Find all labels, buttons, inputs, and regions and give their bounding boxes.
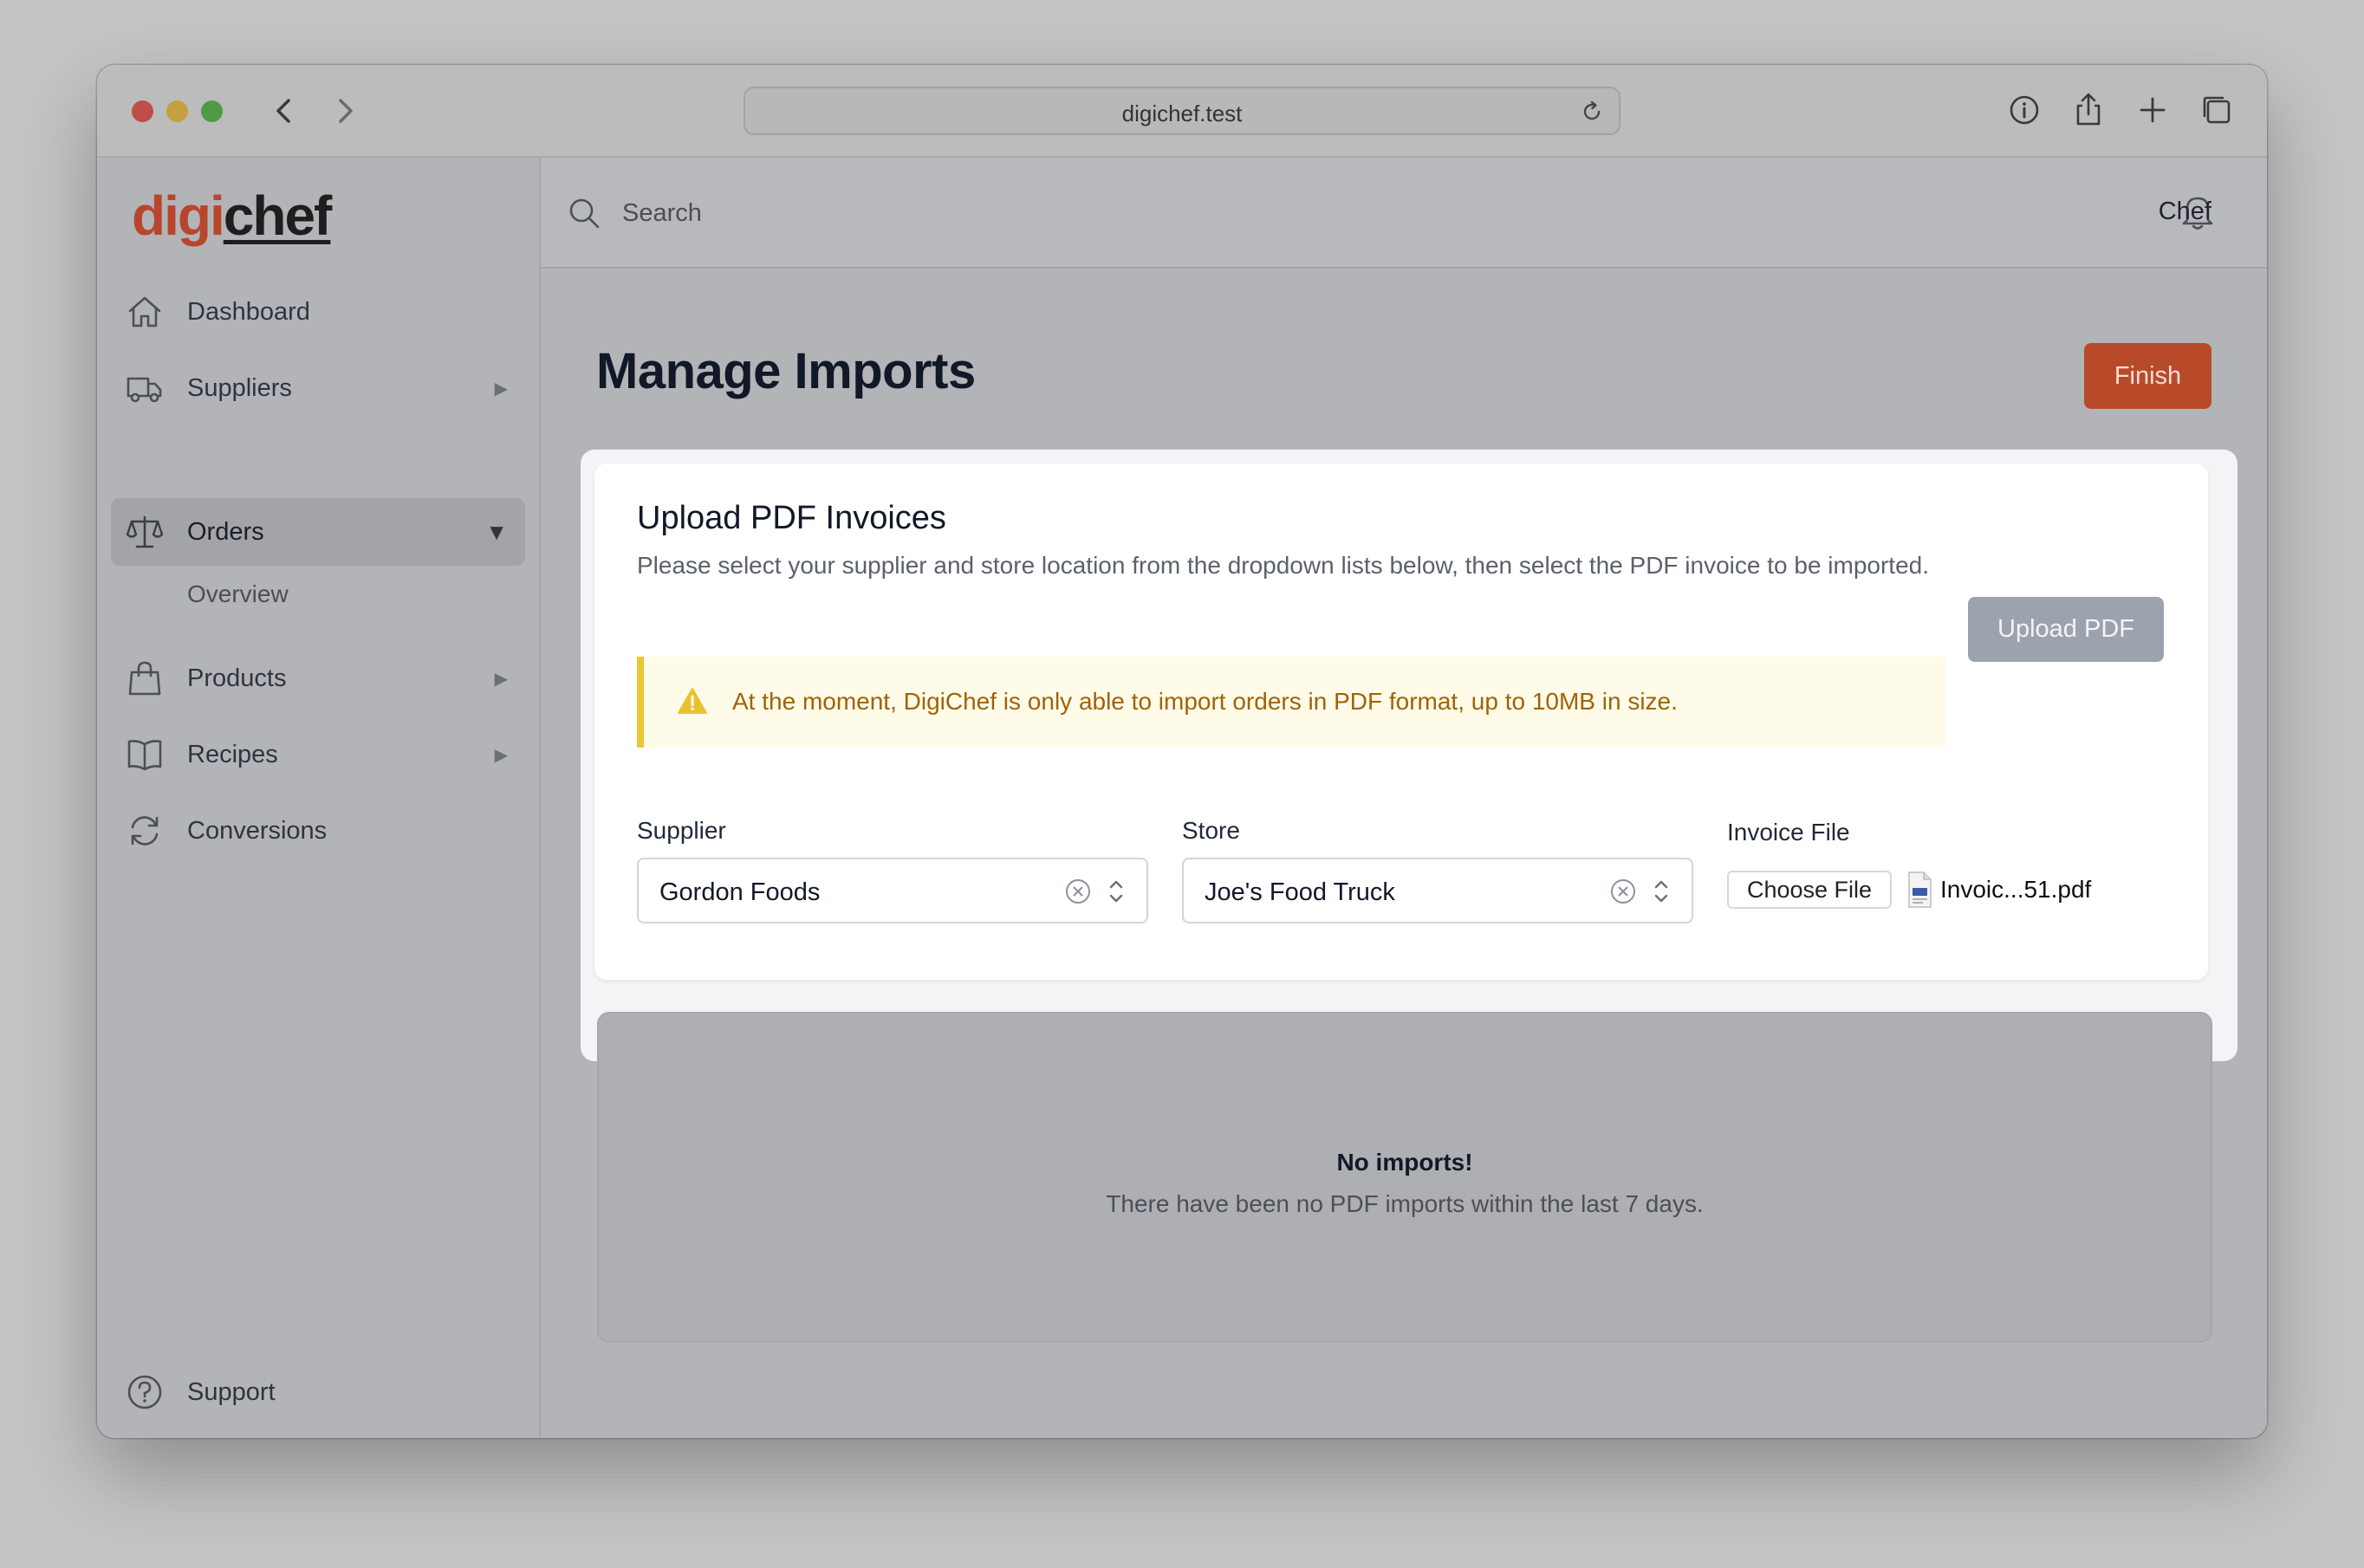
caret-right-icon: ▶ — [494, 379, 508, 398]
caret-down-icon: ▼ — [485, 518, 508, 545]
imports-empty-state: No imports! There have been no PDF impor… — [597, 1012, 2212, 1343]
minimize-window-button[interactable] — [166, 100, 188, 122]
scales-icon — [126, 515, 164, 548]
refresh-icon — [131, 816, 159, 846]
help-icon — [127, 1375, 162, 1409]
digichef-logo[interactable]: digichef — [132, 184, 332, 248]
invoice-file-label: Invoice File — [1727, 819, 1850, 846]
chevron-up-down-icon — [1109, 880, 1123, 903]
truck-icon — [127, 377, 162, 403]
user-menu[interactable]: Chef — [2159, 198, 2211, 226]
size-warning-alert: At the moment, DigiChef is only able to … — [637, 657, 1945, 748]
new-tab-icon[interactable] — [2133, 91, 2172, 129]
sidebar-item-label: Orders — [187, 517, 264, 546]
upload-panel: Upload PDF Invoices Please select your s… — [581, 450, 2237, 1061]
browser-window: digichef.test digichef Dashboard Supplie… — [97, 65, 2267, 1438]
sidebar-subitem-overview[interactable]: Overview — [187, 580, 289, 608]
supplier-value: Gordon Foods — [659, 878, 821, 906]
sidebar: digichef Dashboard Suppliers ▶ Orders ▼ — [97, 158, 541, 1438]
book-icon — [127, 740, 162, 771]
chevron-up-down-icon — [1654, 880, 1668, 903]
upload-title: Upload PDF Invoices — [637, 500, 946, 536]
sidebar-item-dashboard[interactable]: Dashboard — [111, 278, 525, 346]
close-window-button[interactable] — [132, 100, 153, 122]
pdf-file-icon — [1908, 871, 1932, 908]
search-input[interactable] — [622, 192, 1835, 234]
empty-state-title: No imports! — [1336, 1149, 1473, 1176]
caret-right-icon: ▶ — [494, 669, 508, 689]
tabs-overview-icon[interactable] — [2198, 91, 2236, 129]
info-icon[interactable] — [2005, 91, 2043, 129]
supplier-label: Supplier — [637, 817, 726, 844]
back-arrow-icon[interactable] — [267, 94, 302, 128]
url-text: digichef.test — [1121, 100, 1243, 126]
search-icon — [569, 198, 600, 229]
home-icon — [128, 296, 161, 327]
sidebar-item-suppliers[interactable]: Suppliers ▶ — [111, 354, 525, 422]
upload-pdf-button[interactable]: Upload PDF — [1968, 597, 2164, 662]
sidebar-item-label: Suppliers — [187, 373, 292, 402]
upload-card: Upload PDF Invoices Please select your s… — [594, 463, 2208, 980]
finish-button[interactable]: Finish — [2084, 343, 2211, 409]
sidebar-item-label: Products — [187, 664, 287, 692]
page-title: Manage Imports — [596, 343, 976, 399]
shopping-bag-icon — [128, 661, 161, 696]
sidebar-item-support[interactable]: Support — [111, 1362, 525, 1422]
share-icon[interactable] — [2069, 91, 2107, 129]
supplier-select[interactable]: Gordon Foods — [637, 858, 1148, 923]
app-topbar: Chef — [541, 158, 2267, 269]
sidebar-item-conversions[interactable]: Conversions — [111, 797, 525, 865]
sidebar-item-label: Dashboard — [187, 297, 310, 326]
warning-icon — [678, 688, 707, 714]
warning-text: At the moment, DigiChef is only able to … — [732, 688, 1678, 715]
sidebar-item-products[interactable]: Products ▶ — [111, 645, 525, 712]
upload-description: Please select your supplier and store lo… — [637, 552, 1930, 579]
forward-arrow-icon[interactable] — [328, 94, 362, 128]
clear-selection-icon[interactable] — [1608, 877, 1638, 906]
selected-file-name: Invoic...51.pdf — [1940, 876, 2092, 903]
address-bar[interactable]: digichef.test — [744, 87, 1620, 135]
zoom-window-button[interactable] — [201, 100, 223, 122]
store-select[interactable]: Joe's Food Truck — [1182, 858, 1693, 923]
browser-toolbar: digichef.test — [97, 65, 2267, 158]
sidebar-item-orders[interactable]: Orders ▼ — [111, 498, 525, 566]
empty-state-description: There have been no PDF imports within th… — [1106, 1190, 1704, 1217]
choose-file-button[interactable]: Choose File — [1727, 871, 1892, 909]
sidebar-item-label: Recipes — [187, 740, 278, 768]
clear-selection-icon[interactable] — [1063, 877, 1093, 906]
support-label: Support — [187, 1377, 276, 1406]
store-label: Store — [1182, 817, 1240, 844]
sidebar-item-recipes[interactable]: Recipes ▶ — [111, 721, 525, 788]
store-value: Joe's Food Truck — [1205, 878, 1395, 906]
caret-right-icon: ▶ — [494, 745, 508, 765]
sidebar-item-label: Conversions — [187, 816, 328, 845]
reload-icon[interactable] — [1579, 99, 1605, 125]
